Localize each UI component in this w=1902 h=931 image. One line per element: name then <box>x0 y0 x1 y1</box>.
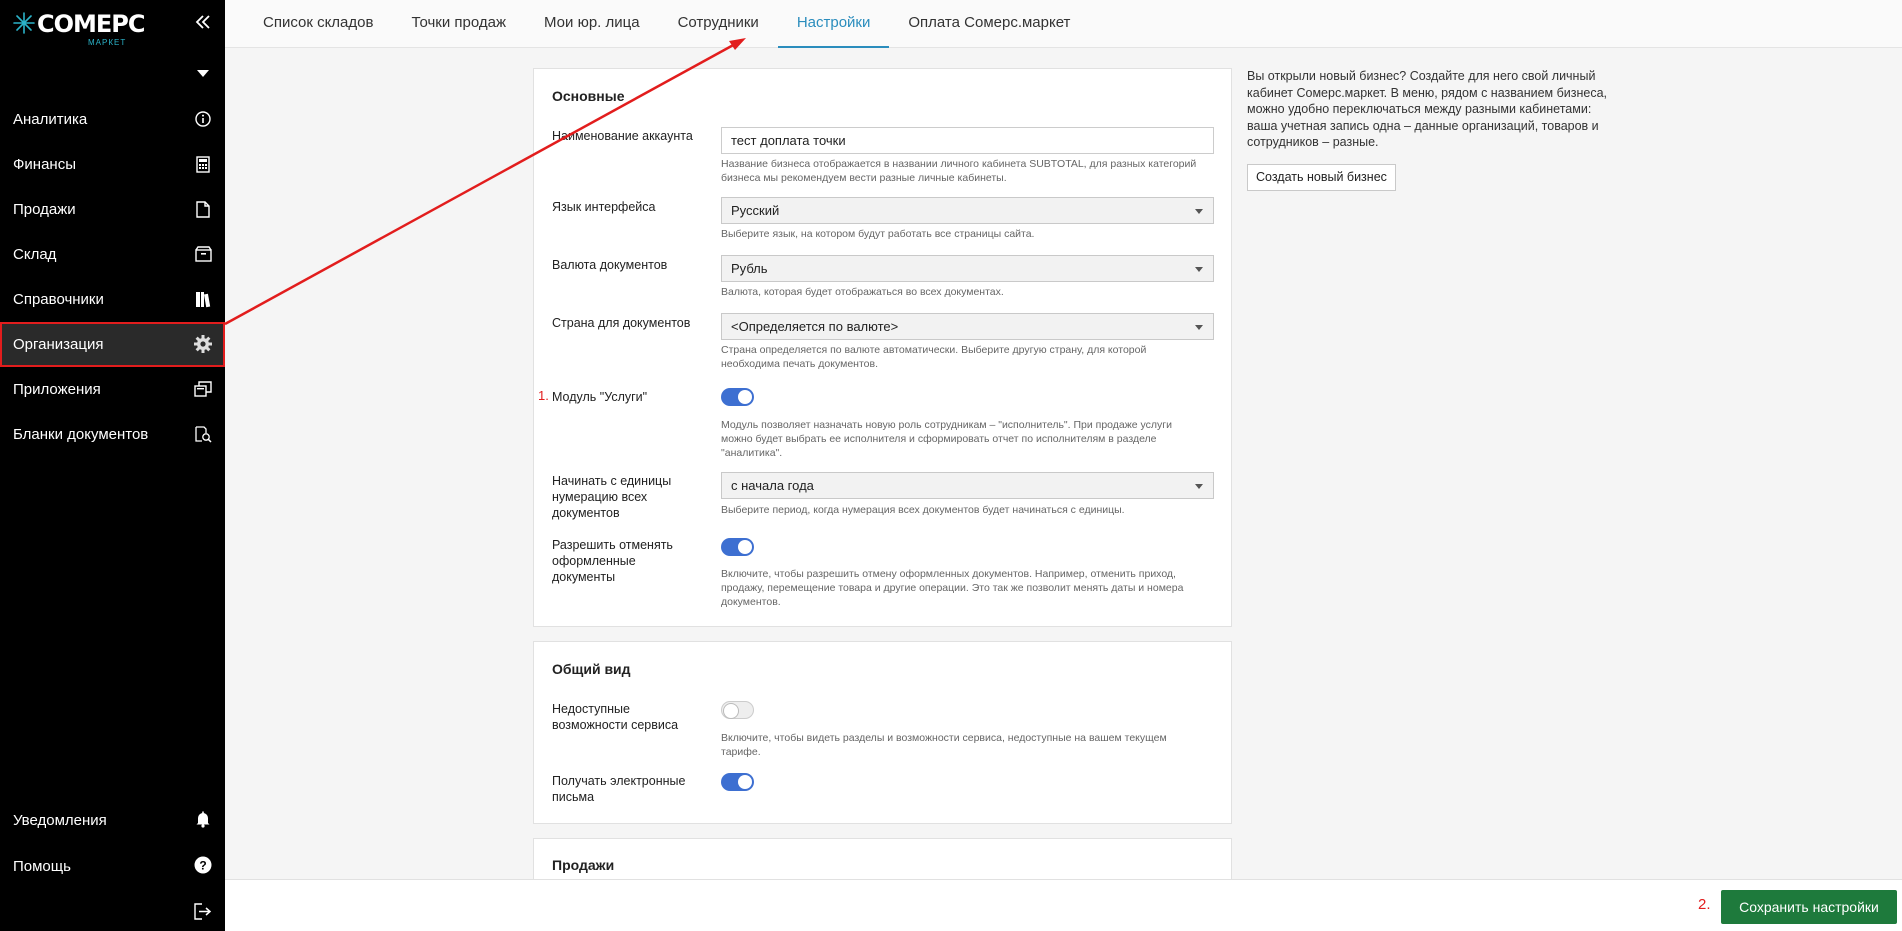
chevron-down-icon <box>1195 325 1203 330</box>
language-select[interactable]: Русский <box>721 197 1214 224</box>
calculator-icon <box>193 154 213 174</box>
sidebar-item-label: Справочники <box>13 291 104 308</box>
country-hint: Страна определяется по валюте автоматиче… <box>721 344 1147 370</box>
document-icon <box>193 199 213 219</box>
sidebar-nav: Аналитика Финансы Продажи Склад Справочн… <box>0 97 225 457</box>
services-module-hint: Модуль позволяет назначать новую роль со… <box>721 419 1172 459</box>
logo-subtitle: МАРКЕТ <box>88 38 127 47</box>
collapse-sidebar-icon[interactable] <box>193 12 213 32</box>
gear-icon <box>193 334 213 354</box>
sales-settings-card: Продажи <box>533 838 1232 880</box>
sidebar-item-label: Уведомления <box>13 811 107 829</box>
tab-settings[interactable]: Настройки <box>777 0 890 48</box>
account-name-label: Наименование аккаунта <box>552 129 693 143</box>
numbering-value: с начала года <box>731 478 814 493</box>
currency-select[interactable]: Рубль <box>721 255 1214 282</box>
cancel-docs-hint: Включите, чтобы разрешить отмену оформле… <box>721 568 1184 608</box>
tab-sale-points[interactable]: Точки продаж <box>392 0 525 48</box>
step-1-marker: 1. <box>538 388 549 403</box>
create-business-button[interactable]: Создать новый бизнес <box>1247 164 1396 191</box>
card-title: Основные <box>552 88 625 104</box>
language-label: Язык интерфейса <box>552 200 656 214</box>
unavailable-features-hint: Включите, чтобы видеть разделы и возможн… <box>721 732 1167 758</box>
sidebar-item-label: Организация <box>13 336 104 353</box>
chevron-down-icon <box>1195 209 1203 214</box>
sidebar-item-analytics[interactable]: Аналитика <box>0 97 225 142</box>
sidebar-item-finance[interactable]: Финансы <box>0 142 225 187</box>
emails-toggle[interactable] <box>721 773 754 791</box>
bell-icon <box>193 809 213 829</box>
windows-icon <box>193 379 213 399</box>
account-name-hint: Название бизнеса отображается в названии… <box>721 158 1197 184</box>
country-value: <Определяется по валюте> <box>731 319 899 334</box>
numbering-hint: Выберите период, когда нумерация всех до… <box>721 504 1125 516</box>
sidebar-item-label: Продажи <box>13 201 76 218</box>
tab-legal-entities[interactable]: Мои юр. лица <box>525 0 659 48</box>
svg-text:?: ? <box>199 859 206 873</box>
sidebar-item-references[interactable]: Справочники <box>0 277 225 322</box>
country-select[interactable]: <Определяется по валюте> <box>721 313 1214 340</box>
account-name-input[interactable]: тест доплата точки <box>721 127 1214 154</box>
card-title: Общий вид <box>552 661 631 677</box>
sidebar-item-warehouse[interactable]: Склад <box>0 232 225 277</box>
logo-text: СОМЕРС <box>37 10 145 38</box>
logout-row[interactable] <box>0 889 225 931</box>
cancel-docs-toggle[interactable] <box>721 538 754 556</box>
card-title: Продажи <box>552 857 615 873</box>
books-icon <box>193 289 213 309</box>
top-tabs: Список складов Точки продаж Мои юр. лица… <box>225 0 1902 48</box>
cancel-docs-label: Разрешить отменять оформленные документы <box>552 538 673 584</box>
info-icon <box>193 109 213 129</box>
chevron-down-icon <box>1195 484 1203 489</box>
business-dropdown-icon[interactable] <box>196 68 210 78</box>
sidebar-item-apps[interactable]: Приложения <box>0 367 225 412</box>
chevron-down-icon <box>1195 267 1203 272</box>
new-business-info: Вы открыли новый бизнес? Создайте для не… <box>1247 69 1608 149</box>
sidebar-item-organization[interactable]: Организация <box>0 322 225 367</box>
numbering-select[interactable]: с начала года <box>721 472 1214 499</box>
sidebar-item-label: Аналитика <box>13 111 88 128</box>
currency-hint: Валюта, которая будет отображаться во вс… <box>721 286 1004 298</box>
currency-label: Валюта документов <box>552 258 668 272</box>
sidebar-item-label: Бланки документов <box>13 426 149 443</box>
tab-warehouses[interactable]: Список складов <box>244 0 392 48</box>
emails-label: Получать электронные письма <box>552 774 686 804</box>
language-value: Русский <box>731 203 780 218</box>
services-module-label: Модуль "Услуги" <box>552 390 648 404</box>
sidebar-item-notifications[interactable]: Уведомления <box>0 797 225 843</box>
unavailable-features-label: Недоступные возможности сервиса <box>552 702 679 732</box>
tab-employees[interactable]: Сотрудники <box>659 0 778 48</box>
logout-icon[interactable] <box>193 901 213 921</box>
box-icon <box>193 244 213 264</box>
sidebar-item-label: Финансы <box>13 156 76 173</box>
doc-search-icon <box>193 424 213 444</box>
sidebar-item-label: Склад <box>13 246 57 263</box>
services-module-toggle[interactable] <box>721 388 754 406</box>
sidebar-item-label: Помощь <box>13 857 71 875</box>
logo-star-icon <box>13 12 35 34</box>
currency-value: Рубль <box>731 261 768 276</box>
sidebar-bottom: Уведомления Помощь ? <box>0 797 225 931</box>
save-settings-button[interactable]: Сохранить настройки <box>1721 890 1897 924</box>
unavailable-features-toggle[interactable] <box>721 701 754 719</box>
sidebar-item-doc-forms[interactable]: Бланки документов <box>0 412 225 457</box>
country-label: Страна для документов <box>552 316 691 330</box>
basic-settings-card: Основные Наименование аккаунта тест допл… <box>533 68 1232 627</box>
help-icon: ? <box>193 855 213 875</box>
step-2-marker: 2. <box>1698 896 1711 913</box>
view-settings-card: Общий вид Недоступные возможности сервис… <box>533 641 1232 824</box>
logo[interactable]: СОМЕРС МАРКЕТ <box>13 6 145 47</box>
sidebar-item-help[interactable]: Помощь ? <box>0 843 225 889</box>
numbering-label: Начинать с единицы нумерацию всех докуме… <box>552 474 672 520</box>
footer-bar <box>225 879 1902 931</box>
tab-billing[interactable]: Оплата Сомерс.маркет <box>889 0 1089 48</box>
sidebar-item-sales[interactable]: Продажи <box>0 187 225 232</box>
sidebar: СОМЕРС МАРКЕТ Аналитика Финансы Продажи <box>0 0 225 931</box>
sidebar-item-label: Приложения <box>13 381 101 398</box>
language-hint: Выберите язык, на котором будут работать… <box>721 228 1035 240</box>
